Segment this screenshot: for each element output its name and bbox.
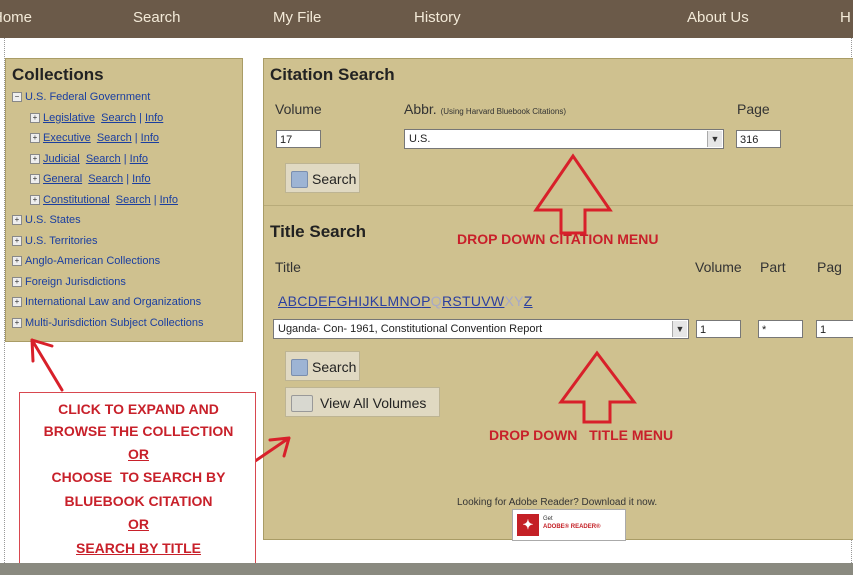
title-arrow-icon <box>558 350 638 424</box>
citation-menu-annotation: DROP DOWN CITATION MENU <box>457 231 659 247</box>
instruction-line: CHOOSE TO SEARCH BY <box>51 469 226 485</box>
instruction-line: BLUEBOOK CITATION <box>64 493 213 509</box>
title-menu-annotation: DROP DOWN TITLE MENU <box>489 427 674 443</box>
instruction-line: SEARCH BY TITLE <box>76 540 201 556</box>
instruction-line: BROWSE THE COLLECTION <box>43 423 234 439</box>
collection-arrow-icon <box>30 338 64 392</box>
citation-arrow-icon <box>533 153 613 235</box>
instruction-line: CLICK TO EXPAND AND <box>58 401 219 417</box>
instruction-or: OR <box>128 446 149 462</box>
bottom-bar <box>0 563 853 575</box>
instruction-box: CLICK TO EXPAND AND BROWSE THE COLLECTIO… <box>19 392 256 568</box>
instruction-or: OR <box>128 516 149 532</box>
